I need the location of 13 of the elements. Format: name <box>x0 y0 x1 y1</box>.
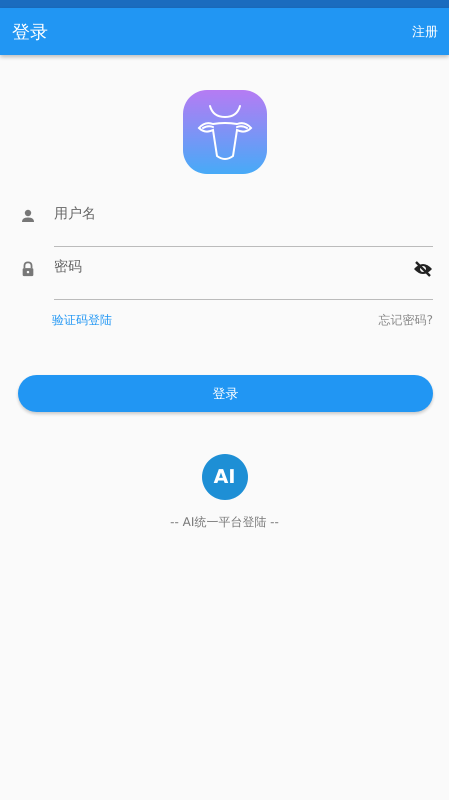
forgot-password-link[interactable]: 忘记密码? <box>378 312 433 329</box>
page-title: 登录 <box>12 20 48 44</box>
cow-logo-icon <box>182 90 266 174</box>
input-field[interactable]: 密码 <box>54 257 413 275</box>
sms-login-link[interactable]: 验证码登陆 <box>52 312 112 329</box>
ai-login-caption: -- AI统一平台登陆 -- <box>170 514 279 531</box>
lock-icon <box>20 261 36 277</box>
input-field[interactable]: 用户名 <box>54 204 433 222</box>
register-link[interactable]: 注册 <box>412 22 438 40</box>
eye-off-icon[interactable] <box>413 261 433 277</box>
person-icon <box>20 208 36 224</box>
login-button[interactable]: 登录 <box>18 375 433 412</box>
ai-login-button[interactable]: AI <box>202 454 248 500</box>
